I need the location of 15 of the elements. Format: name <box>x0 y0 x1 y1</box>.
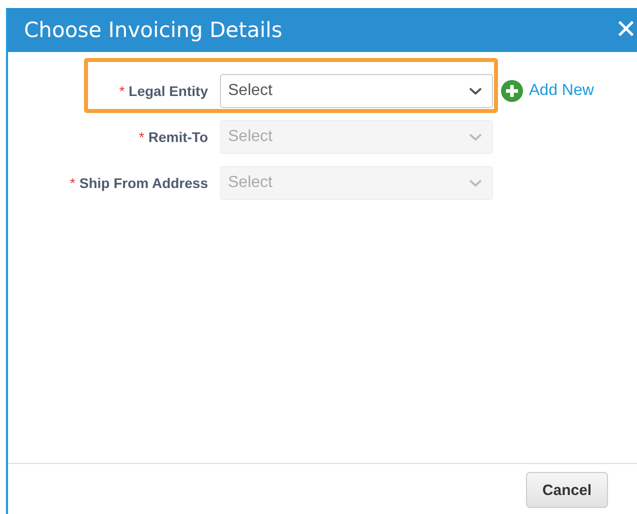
field-label: Legal Entity <box>128 83 208 99</box>
required-mark: * <box>119 83 125 99</box>
field-label: Remit-To <box>148 129 208 145</box>
dialog-title: Choose Invoicing Details <box>24 18 282 42</box>
plus-icon <box>501 80 523 102</box>
select-field[interactable]: Select <box>220 74 493 108</box>
required-mark: * <box>70 175 76 191</box>
add-new-link[interactable]: Add New <box>501 80 594 102</box>
close-button[interactable]: ✕ <box>615 17 637 43</box>
field-label: Ship From Address <box>79 175 208 191</box>
required-mark: * <box>138 129 144 145</box>
chevron-down-icon <box>469 179 482 187</box>
chevron-down-icon <box>469 87 482 95</box>
cancel-button[interactable]: Cancel <box>526 472 608 508</box>
chevron-down-icon <box>469 133 482 141</box>
